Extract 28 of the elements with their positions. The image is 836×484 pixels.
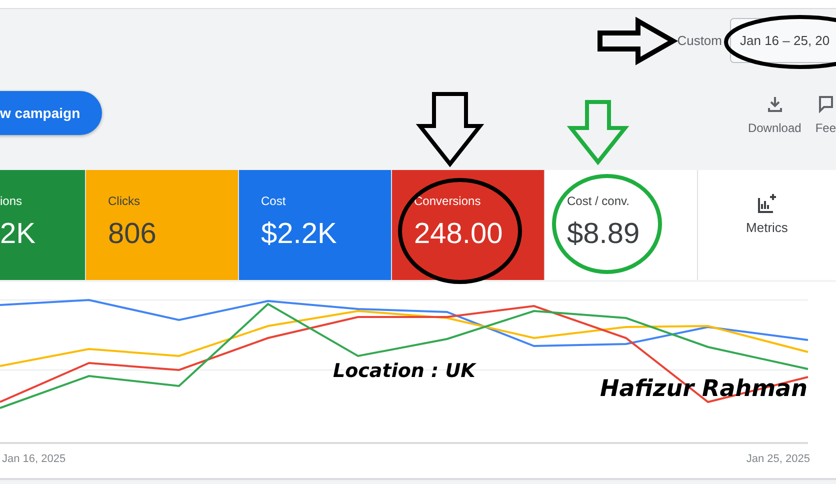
metric-card[interactable]: ions 2K	[0, 170, 86, 280]
metric-label: Conversions	[414, 194, 482, 208]
metric-label: Clicks	[108, 194, 141, 208]
feedback-button[interactable]: Fee	[815, 95, 836, 135]
date-range-label: Custom	[677, 32, 722, 48]
metric-card[interactable]: Conversions 248.00	[392, 170, 545, 280]
metric-value: 248.00	[414, 218, 504, 251]
download-icon	[766, 95, 784, 113]
metric-card[interactable]: Clicks 806	[86, 170, 239, 280]
date-range-button[interactable]: Jan 16 – 25, 20	[730, 18, 836, 62]
download-button[interactable]: Download	[748, 95, 802, 135]
metric-label: Cost / conv.	[567, 194, 630, 208]
feedback-icon	[816, 95, 835, 113]
metric-value: 2K	[0, 218, 36, 251]
metric-value: $2.2K	[261, 218, 338, 251]
metrics-button[interactable]: Metrics	[698, 170, 836, 280]
axis-date-label: Jan 25, 2025	[746, 453, 810, 465]
metric-label: ions	[0, 194, 24, 208]
metric-value: $8.89	[567, 218, 641, 251]
axis-date-label: Jan 16, 2025	[2, 453, 66, 465]
new-campaign-button[interactable]: w campaign	[0, 91, 102, 135]
location-note: Location : UK	[333, 360, 476, 382]
metric-value: 806	[108, 218, 158, 251]
metric-card[interactable]: Cost / conv. $8.89	[545, 170, 698, 280]
chart-add-icon	[757, 194, 777, 214]
metric-label: Cost	[261, 194, 287, 208]
metric-card[interactable]: Cost $2.2K	[239, 170, 392, 280]
arrow-annotation	[566, 100, 630, 166]
